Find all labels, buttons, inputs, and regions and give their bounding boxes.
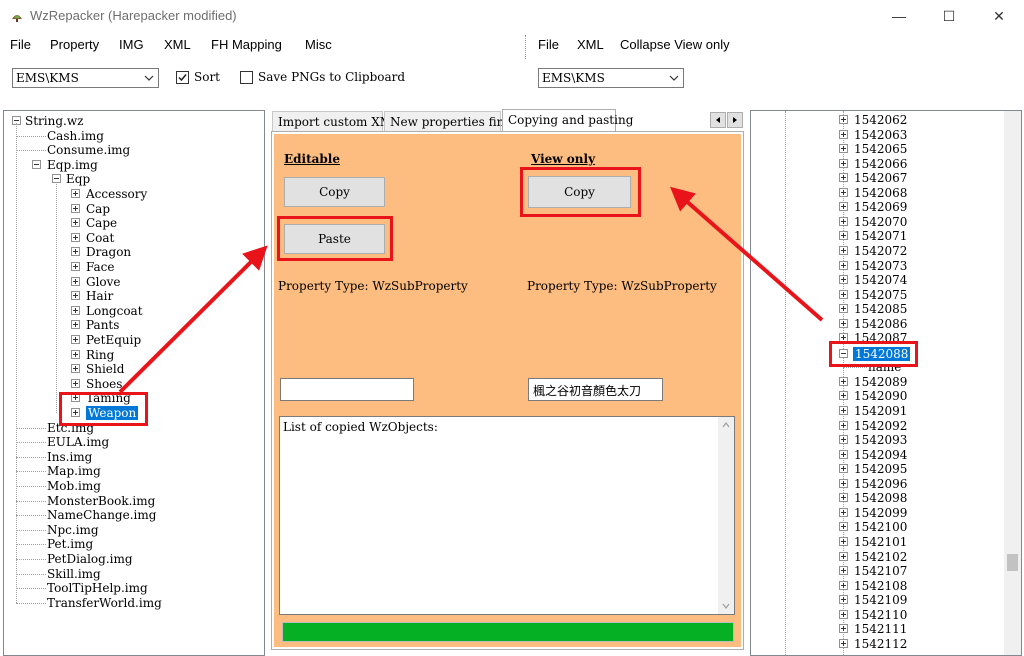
arrow-to-copy — [669, 186, 824, 322]
annotation-arrows — [118, 186, 824, 394]
arrow-to-paste — [118, 245, 268, 394]
